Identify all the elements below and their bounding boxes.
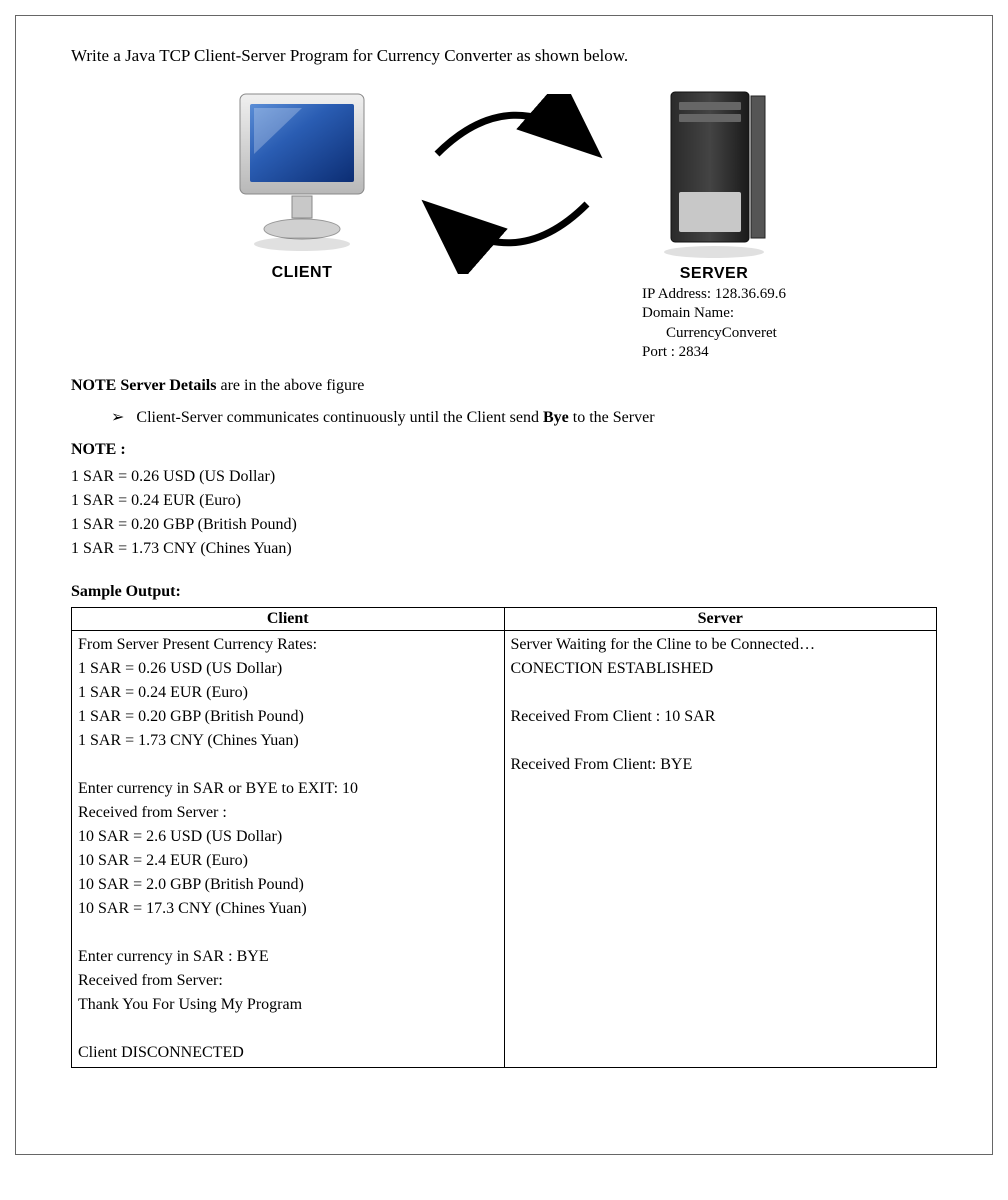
arrows-icon: [412, 94, 612, 274]
note-rates-block: NOTE : 1 SAR = 0.26 USD (US Dollar) 1 SA…: [71, 441, 937, 561]
server-label: SERVER: [642, 264, 786, 285]
bullet-text-suffix: to the Server: [569, 409, 655, 426]
monitor-icon: [222, 84, 382, 264]
bullet-arrow-icon: ➢: [111, 409, 124, 426]
server-column: SERVER IP Address: 128.36.69.6 Domain Na…: [642, 84, 786, 363]
rate-line: 1 SAR = 0.20 GBP (British Pound): [71, 513, 937, 537]
server-domain-label: Domain Name:: [642, 304, 786, 324]
rates-list: 1 SAR = 0.26 USD (US Dollar) 1 SAR = 0.2…: [71, 465, 937, 561]
note-server-details: NOTE Server Details are in the above fig…: [71, 377, 937, 395]
rate-line: 1 SAR = 0.24 EUR (Euro): [71, 489, 937, 513]
sample-output-heading: Sample Output:: [71, 583, 937, 601]
server-domain-value: CurrencyConveret: [642, 324, 786, 344]
bullet-bold: Bye: [543, 409, 569, 426]
note-suffix: are in the above figure: [216, 377, 364, 394]
note-label: NOTE :: [71, 441, 937, 459]
server-tower-icon: [649, 84, 779, 264]
document-page: Write a Java TCP Client-Server Program f…: [15, 15, 993, 1155]
client-cell: From Server Present Currency Rates: 1 SA…: [72, 630, 505, 1067]
client-server-diagram: CLIENT: [71, 84, 937, 363]
client-column: CLIENT: [222, 84, 382, 282]
sample-output-table: Client Server From Server Present Curren…: [71, 607, 937, 1068]
server-output-text: Server Waiting for the Cline to be Conne…: [511, 633, 931, 777]
bullet-text-prefix: Client-Server communicates continuously …: [136, 409, 543, 426]
server-cell: Server Waiting for the Cline to be Conne…: [504, 630, 937, 1067]
server-ip: IP Address: 128.36.69.6: [642, 285, 786, 305]
server-port: Port : 2834: [642, 343, 786, 363]
server-details: SERVER IP Address: 128.36.69.6 Domain Na…: [642, 264, 786, 363]
note-prefix: NOTE Server Details: [71, 377, 216, 394]
bullet-line: ➢ Client-Server communicates continuousl…: [111, 407, 937, 427]
client-output-text: From Server Present Currency Rates: 1 SA…: [78, 633, 498, 1065]
arrows-column: [412, 84, 612, 274]
rate-line: 1 SAR = 0.26 USD (US Dollar): [71, 465, 937, 489]
client-header: Client: [72, 607, 505, 630]
question-title: Write a Java TCP Client-Server Program f…: [71, 46, 937, 66]
server-header: Server: [504, 607, 937, 630]
rate-line: 1 SAR = 1.73 CNY (Chines Yuan): [71, 537, 937, 561]
client-label: CLIENT: [272, 264, 333, 282]
